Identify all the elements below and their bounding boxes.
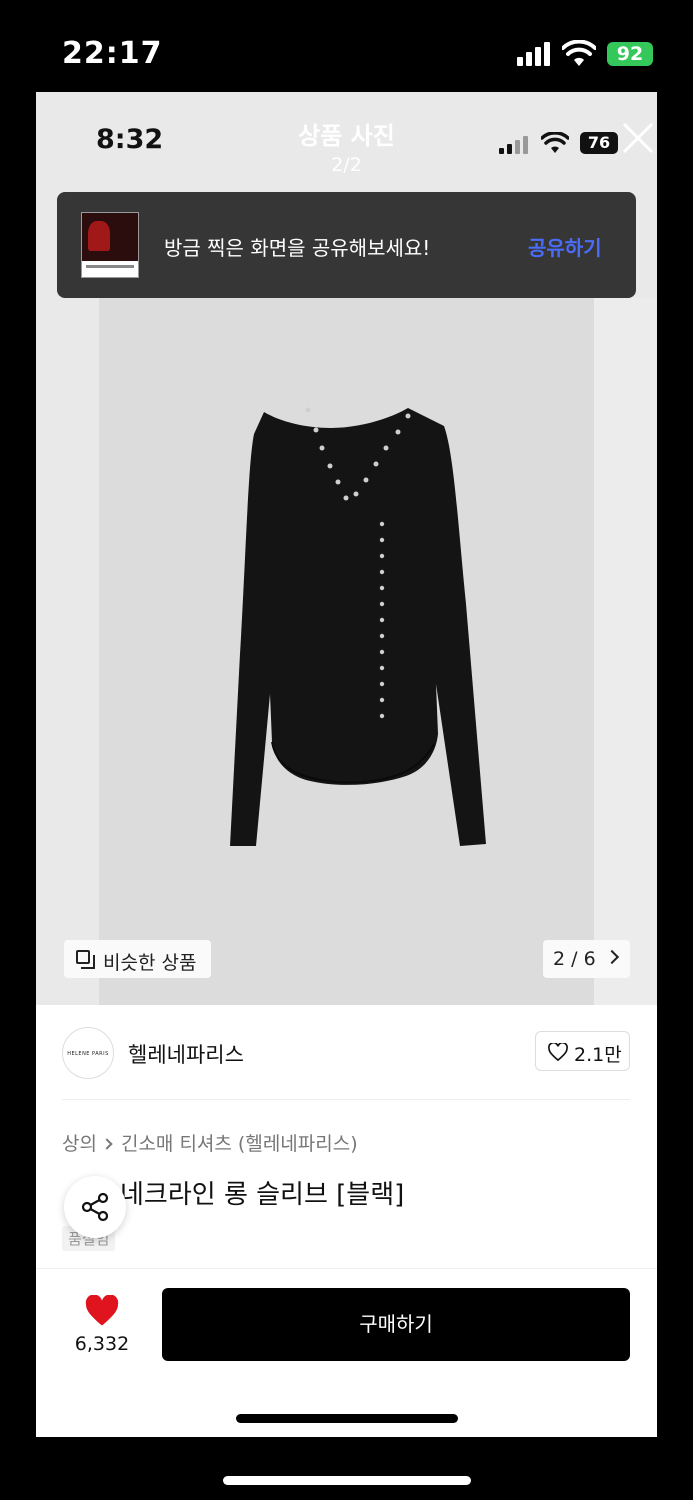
breadcrumb: 상의 긴소매 티셔츠 (헬레네파리스) xyxy=(62,1129,358,1156)
wifi-icon xyxy=(562,40,596,66)
viewer-page-indicator: 2/2 xyxy=(331,154,362,176)
share-icon xyxy=(81,1192,109,1222)
outer-clock: 22:17 xyxy=(62,36,163,71)
bottom-action-bar: 6,332 구매하기 xyxy=(36,1268,657,1437)
app-screen: 8:32 상품 사진 2/2 76 방금 찍은 화면을 공유해보세요! 공유하기 xyxy=(36,92,657,1437)
share-action-button[interactable]: 공유하기 xyxy=(528,232,602,261)
black-henley-top-image xyxy=(230,407,486,846)
screenshot-thumbnail[interactable] xyxy=(81,212,139,278)
wishlist-count: 6,332 xyxy=(74,1333,130,1355)
inner-status-bar: 8:32 상품 사진 2/2 76 xyxy=(36,92,657,192)
screenshot-share-toast: 방금 찍은 화면을 공유해보세요! 공유하기 xyxy=(57,192,636,298)
breadcrumb-category[interactable]: 상의 xyxy=(62,1133,97,1155)
heart-outline-icon xyxy=(548,1043,568,1061)
photo-counter-text: 2 / 6 xyxy=(553,948,596,970)
chevron-right-icon xyxy=(101,1138,113,1150)
next-photo-peek xyxy=(594,298,657,1005)
cellular-signal-icon xyxy=(517,42,553,66)
similar-products-label: 비슷한 상품 xyxy=(103,952,197,974)
chevron-right-icon xyxy=(604,949,620,965)
brand-like-button[interactable]: 2.1만 xyxy=(535,1031,630,1071)
product-title-text: 네크라인 롱 슬리브 [블랙] xyxy=(120,1180,405,1210)
home-indicator[interactable] xyxy=(223,1476,471,1485)
brand-logo[interactable]: HELENE PARIS xyxy=(62,1027,114,1079)
inner-home-indicator xyxy=(236,1414,458,1423)
battery-indicator: 92 xyxy=(607,42,653,66)
outer-status-bar: 22:17 92 xyxy=(0,0,693,92)
close-icon[interactable] xyxy=(618,118,657,158)
heart-filled-icon xyxy=(85,1295,119,1326)
similar-products-button[interactable]: 비슷한 상품 xyxy=(64,940,211,978)
product-photo-viewer[interactable]: 8:32 상품 사진 2/2 76 방금 찍은 화면을 공유해보세요! 공유하기 xyxy=(36,92,657,1005)
divider xyxy=(62,1099,630,1100)
inner-battery-indicator: 76 xyxy=(580,132,618,154)
brand-name[interactable]: 헬레네파리스 xyxy=(128,1039,244,1069)
buy-button[interactable]: 구매하기 xyxy=(162,1288,630,1361)
share-button[interactable] xyxy=(64,1176,126,1238)
inner-wifi-icon xyxy=(541,132,569,153)
brand-like-count: 2.1만 xyxy=(574,1044,622,1066)
toast-message: 방금 찍은 화면을 공유해보세요! xyxy=(164,236,431,260)
inner-signal-icon xyxy=(499,136,529,154)
photo-page-counter[interactable]: 2 / 6 xyxy=(543,940,630,978)
wishlist-button[interactable]: 6,332 xyxy=(64,1295,140,1365)
breadcrumb-subcategory[interactable]: 긴소매 티셔츠 (헬레네파리스) xyxy=(121,1133,358,1155)
brand-row: HELENE PARIS 헬레네파리스 2.1만 xyxy=(36,1005,657,1100)
